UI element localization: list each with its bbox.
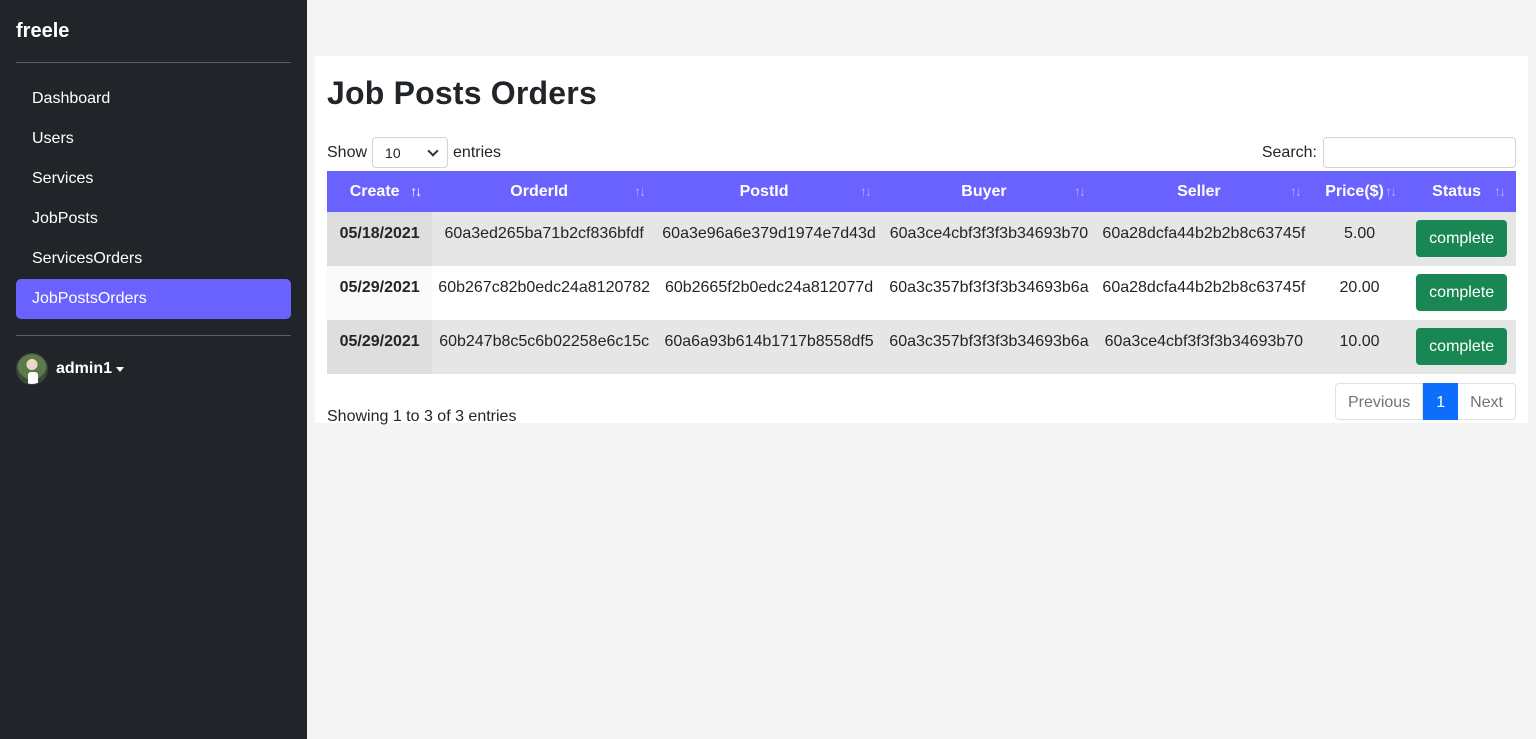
- cell-seller: 60a3ce4cbf3f3f3b34693b70: [1095, 320, 1312, 374]
- column-header-label: Create: [349, 182, 400, 200]
- sidebar-item-services[interactable]: Services: [16, 159, 291, 199]
- status-button[interactable]: complete: [1416, 220, 1508, 257]
- caret-down-icon: [116, 366, 125, 372]
- table-footer: Showing 1 to 3 of 3 entries Previous 1 N…: [327, 383, 1516, 426]
- sidebar-nav: Dashboard Users Services JobPosts Servic…: [16, 63, 291, 335]
- cell-status: complete: [1407, 266, 1516, 320]
- cell-buyer: 60a3c357bf3f3f3b34693b6a: [889, 279, 1089, 296]
- cell-postid: 60b2665f2b0edc24a812077d: [664, 279, 874, 296]
- sidebar-item-servicesorders[interactable]: ServicesOrders: [16, 239, 291, 279]
- column-header-create[interactable]: Create ↑↓: [327, 171, 433, 212]
- cell-seller: 60a28dcfa44b2b2b8c63745f: [1102, 279, 1306, 296]
- cell-buyer: 60a3ce4cbf3f3f3b34693b70: [882, 212, 1096, 266]
- cell-orderid: 60a3ed265ba71b2cf836bfdf: [432, 212, 657, 266]
- sidebar: freele Dashboard Users Services JobPosts…: [0, 0, 307, 739]
- column-header-orderid[interactable]: OrderId ↑↓: [432, 171, 657, 212]
- user-menu[interactable]: admin1: [16, 336, 291, 402]
- cell-create: 05/29/2021: [327, 266, 433, 320]
- user-name: admin1: [56, 360, 113, 377]
- previous-page-button[interactable]: Previous: [1334, 383, 1424, 420]
- sort-icon: ↑↓: [1385, 183, 1397, 199]
- entries-select-value: 10: [385, 144, 401, 161]
- status-button[interactable]: complete: [1416, 274, 1508, 311]
- cell-create: 05/29/2021: [327, 320, 433, 374]
- column-header-label: OrderId: [510, 182, 569, 200]
- cell-price: 5.00: [1311, 212, 1408, 266]
- sort-icon: ↑↓: [1494, 183, 1506, 199]
- search-input[interactable]: [1323, 137, 1516, 168]
- table-row: 05/18/2021 60a3ed265ba71b2cf836bfdf 60a3…: [327, 212, 1516, 266]
- table-row: 05/29/2021 60b247b8c5c6b02258e6c15c 60a6…: [327, 320, 1516, 374]
- cell-postid: 60a3e96a6e379d1974e7d43d: [656, 212, 883, 266]
- cell-status: complete: [1407, 212, 1516, 266]
- sidebar-item-dashboard[interactable]: Dashboard: [16, 79, 291, 119]
- cell-price: 10.00: [1311, 320, 1408, 374]
- main-card: Job Posts Orders Show 10 entries Search:…: [315, 56, 1528, 426]
- column-header-label: Price($): [1325, 182, 1384, 200]
- page-1-button[interactable]: 1: [1423, 383, 1459, 420]
- entries-select[interactable]: 10: [372, 137, 449, 168]
- table-row: 05/29/2021 60b267c82b0edc24a8120782 60b2…: [327, 266, 1516, 320]
- status-button[interactable]: complete: [1416, 328, 1508, 365]
- sidebar-item-jobpostsorders[interactable]: JobPostsOrders: [16, 279, 291, 319]
- avatar: [16, 353, 48, 385]
- cell-buyer: 60a3c357bf3f3f3b34693b6a: [882, 320, 1096, 374]
- search-box: Search:: [1262, 137, 1516, 168]
- sort-icon: ↑↓: [860, 183, 872, 199]
- next-page-button[interactable]: Next: [1458, 383, 1516, 420]
- sort-icon: ↑↓: [410, 183, 422, 199]
- sort-icon: ↑↓: [634, 183, 646, 199]
- sort-icon: ↑↓: [1289, 183, 1302, 199]
- orders-table: Create ↑↓ OrderId ↑↓ PostId ↑↓ Buyer ↑↓ Sell…: [327, 171, 1516, 374]
- entries-label: entries: [453, 143, 502, 161]
- cell-create: 05/18/2021: [327, 212, 433, 266]
- brand-logo[interactable]: freele: [16, 0, 291, 62]
- show-label: Show: [327, 143, 368, 161]
- column-header-buyer[interactable]: Buyer ↑↓: [882, 171, 1096, 212]
- cell-postid: 60a6a93b614b1717b8558df5: [656, 320, 883, 374]
- column-header-label: Seller: [1177, 182, 1221, 200]
- column-header-seller[interactable]: Seller ↑↓: [1095, 171, 1312, 212]
- table-controls: Show 10 entries Search:: [327, 134, 1516, 171]
- column-header-label: PostId: [739, 182, 789, 200]
- cell-price: 20.00: [1339, 279, 1380, 296]
- page-title: Job Posts Orders: [327, 75, 597, 111]
- cell-seller: 60a28dcfa44b2b2b8c63745f: [1095, 212, 1312, 266]
- cell-orderid: 60b267c82b0edc24a8120782: [438, 279, 651, 296]
- column-header-label: Status: [1432, 182, 1482, 200]
- search-label: Search:: [1261, 143, 1317, 161]
- column-header-price[interactable]: Price($) ↑↓: [1311, 171, 1408, 212]
- sort-icon: ↑↓: [1073, 183, 1086, 199]
- sidebar-item-users[interactable]: Users: [16, 119, 291, 159]
- column-header-postid[interactable]: PostId ↑↓: [656, 171, 883, 212]
- table-info: Showing 1 to 3 of 3 entries: [327, 408, 517, 425]
- chevron-down-icon: [427, 144, 439, 157]
- entries-length: Show 10 entries: [327, 137, 501, 168]
- cell-orderid: 60b247b8c5c6b02258e6c15c: [432, 320, 657, 374]
- table-header-row: Create ↑↓ OrderId ↑↓ PostId ↑↓ Buyer ↑↓ Sell…: [327, 171, 1516, 212]
- column-header-label: Buyer: [961, 182, 1007, 200]
- pagination: Previous 1 Next: [1334, 383, 1516, 420]
- column-header-status[interactable]: Status ↑↓: [1407, 171, 1516, 212]
- sidebar-item-jobposts[interactable]: JobPosts: [16, 199, 291, 239]
- cell-status: complete: [1407, 320, 1516, 374]
